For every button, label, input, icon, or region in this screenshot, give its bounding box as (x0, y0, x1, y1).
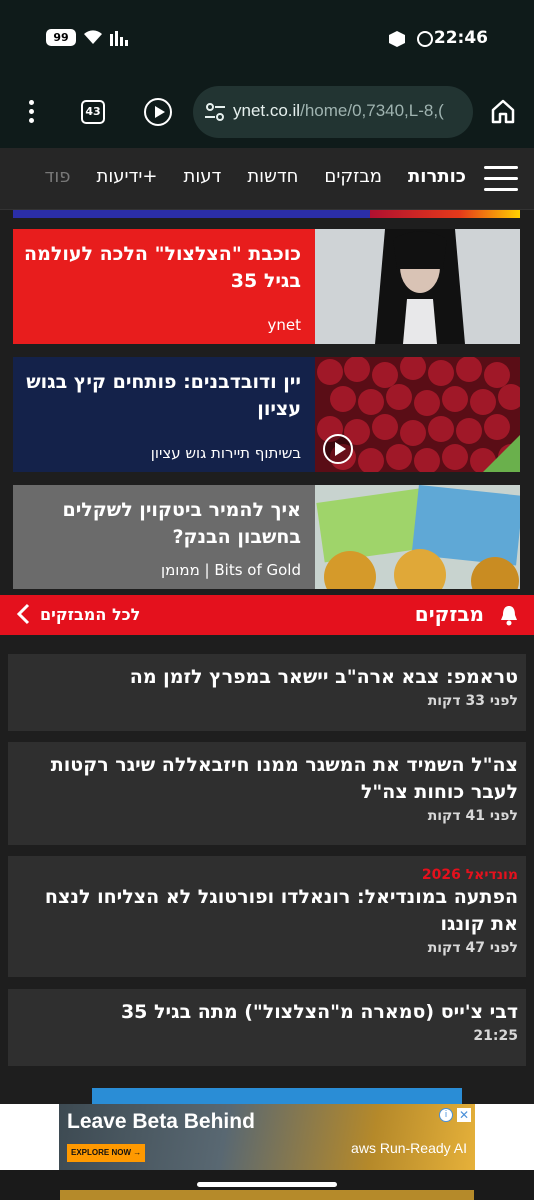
browser-toolbar: 43 ynet.co.il/home/0,7340,L-8,( (0, 76, 534, 148)
wifi-icon (84, 30, 102, 44)
site-settings-icon[interactable] (205, 103, 225, 121)
article-source: Bits of Gold | ממומן (161, 561, 301, 579)
article-image (315, 229, 520, 344)
cube-icon (389, 31, 405, 47)
flash-time: לפני 47 דקות (427, 940, 518, 956)
play-icon[interactable] (144, 98, 172, 126)
flashes-title: מבזקים (414, 602, 484, 626)
video-play-icon[interactable] (323, 434, 353, 464)
ad-peek[interactable] (92, 1088, 462, 1104)
home-icon[interactable] (490, 98, 516, 124)
menu-dots-icon[interactable] (24, 100, 38, 126)
content-peek (60, 1190, 474, 1200)
nav-item-pod[interactable]: פוד (45, 166, 71, 187)
flash-item[interactable]: טראמפ: צבא ארה"ב יישאר במפרץ לזמן מה לפנ… (8, 654, 526, 731)
nav-item-headlines[interactable]: כותרות (408, 166, 466, 187)
site-nav: כותרות מבזקים חדשות דעות ידיעות+ פוד (0, 148, 534, 210)
ad-headline[interactable]: Leave Beta Behind (67, 1110, 255, 1134)
previous-article-edge[interactable] (13, 210, 520, 218)
article-card[interactable]: איך להמיר ביטקוין לשקלים בחשבון הבנק? Bi… (13, 485, 520, 589)
flash-item[interactable]: דבי צ'ייס (סמארה מ"הצלצול") מתה בגיל 35 … (8, 989, 526, 1066)
nav-item-opinions[interactable]: דעות (184, 166, 222, 187)
signal-icon (110, 31, 128, 46)
ad-creative[interactable]: Leave Beta Behind EXPLORE NOW → aws Run-… (59, 1104, 475, 1170)
battery-icon: 99 (46, 29, 76, 46)
article-source: ynet (267, 316, 302, 334)
flash-item[interactable]: צה"ל השמיד את המשגר ממנו חיזבאללה שיגר ר… (8, 742, 526, 845)
flash-time: לפני 41 דקות (427, 808, 518, 824)
hamburger-menu-icon[interactable] (484, 166, 518, 192)
article-title[interactable]: יין ודובדבנים: פותחים קיץ בגוש עציון (23, 369, 301, 423)
address-bar[interactable]: ynet.co.il/home/0,7340,L-8,( (193, 86, 473, 138)
clock: 22:46 (433, 28, 488, 48)
flash-tag[interactable]: מונדיאל 2026 (16, 866, 518, 884)
flash-text[interactable]: טראמפ: צבא ארה"ב יישאר במפרץ לזמן מה (16, 664, 518, 691)
article-title[interactable]: כוכבת "הצלצול" הלכה לעולמה בגיל 35 (23, 241, 301, 295)
article-title[interactable]: איך להמיר ביטקוין לשקלים בחשבון הבנק? (23, 497, 301, 551)
bell-icon (501, 606, 517, 626)
notification-icons (388, 30, 434, 48)
gesture-handle[interactable] (197, 1182, 337, 1187)
article-card[interactable]: יין ודובדבנים: פותחים קיץ בגוש עציון בשי… (13, 357, 520, 472)
nav-items: כותרות מבזקים חדשות דעות ידיעות+ פוד (45, 166, 466, 187)
ad-brand: aws Run-Ready AI (351, 1140, 467, 1156)
tabs-count-button[interactable]: 43 (81, 100, 105, 124)
nav-item-flashes[interactable]: מבזקים (324, 166, 382, 187)
flash-time: לפני 33 דקות (427, 693, 518, 709)
flash-item[interactable]: מונדיאל 2026 הפתעה במונדיאל: רונאלדו ופו… (8, 856, 526, 977)
all-flashes-label[interactable]: לכל המבזקים (40, 605, 140, 624)
article-source: בשיתוף תיירות גוש עציון (150, 444, 301, 462)
flash-time: 21:25 (473, 1028, 518, 1044)
flash-text[interactable]: צה"ל השמיד את המשגר ממנו חיזבאללה שיגר ר… (16, 752, 518, 806)
chevron-left-icon (16, 603, 30, 625)
flash-text[interactable]: הפתעה במונדיאל: רונאלדו ופורטוגל לא הצלי… (16, 884, 518, 938)
ad-close-icon[interactable]: ✕ (457, 1108, 471, 1122)
article-card[interactable]: כוכבת "הצלצול" הלכה לעולמה בגיל 35 ynet (13, 229, 520, 344)
ad-cta-button[interactable]: EXPLORE NOW → (67, 1144, 145, 1162)
url-path: /home/0,7340,L-8,( (300, 101, 444, 120)
nav-item-news[interactable]: חדשות (247, 166, 298, 187)
nav-item-plus[interactable]: ידיעות+ (97, 166, 158, 187)
flash-text[interactable]: דבי צ'ייס (סמארה מ"הצלצול") מתה בגיל 35 (16, 999, 518, 1026)
all-flashes-link[interactable]: לכל המבזקים (16, 603, 140, 625)
flashes-header: מבזקים לכל המבזקים (0, 595, 534, 635)
article-image (315, 357, 520, 472)
status-bar: 99 22:46 (0, 0, 534, 76)
url-text[interactable]: ynet.co.il/home/0,7340,L-8,( (233, 101, 444, 121)
url-host: ynet.co.il (233, 101, 301, 120)
article-image (315, 485, 520, 589)
status-left-icons (82, 28, 130, 46)
ad-banner[interactable]: Leave Beta Behind EXPLORE NOW → aws Run-… (0, 1104, 534, 1170)
chat-bubble-icon (417, 31, 433, 47)
ad-info-icon[interactable]: i (439, 1108, 453, 1122)
